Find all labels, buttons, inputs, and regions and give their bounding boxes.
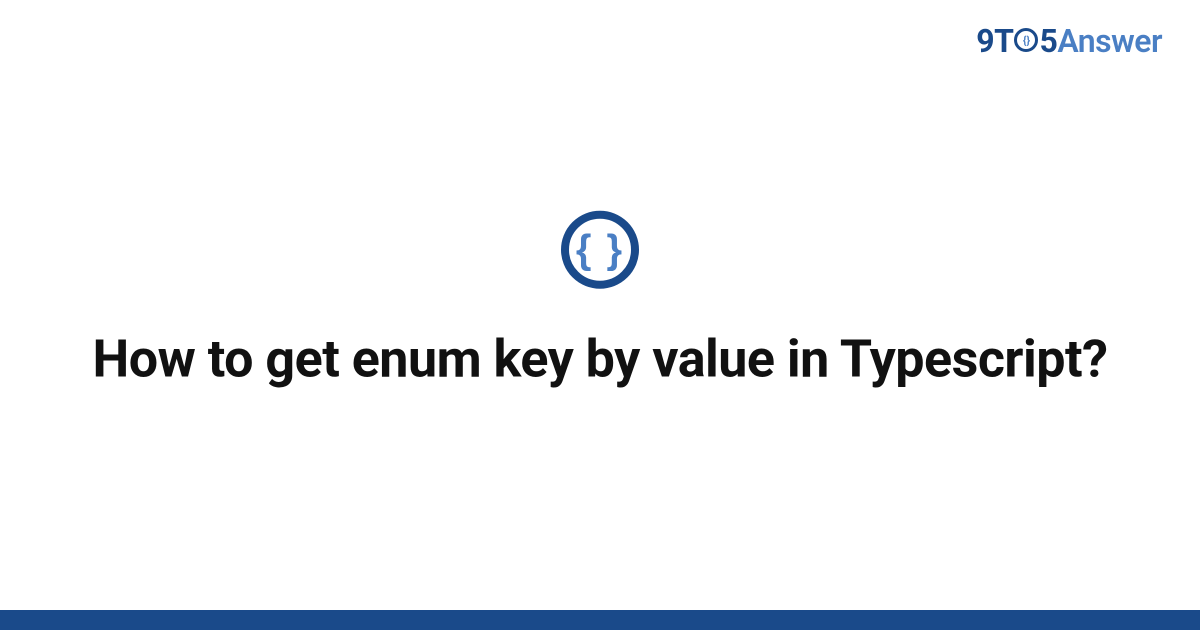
bottom-accent-bar	[0, 610, 1200, 630]
brand-nine: 9	[976, 22, 994, 60]
braces-icon: { }	[576, 230, 624, 270]
brand-logo: 9 T {} 5 Answer	[976, 22, 1162, 60]
category-braces-icon: { }	[561, 211, 639, 289]
brand-zero-braces-icon: {}	[1014, 28, 1038, 52]
main-content: { } How to get enum key by value in Type…	[0, 211, 1200, 394]
question-title: How to get enum key by value in Typescri…	[60, 327, 1140, 394]
brand-answer: Answer	[1057, 22, 1162, 60]
brand-five: 5	[1039, 22, 1057, 60]
brand-t: T	[994, 22, 1013, 60]
braces-icon: {}	[1023, 35, 1030, 46]
